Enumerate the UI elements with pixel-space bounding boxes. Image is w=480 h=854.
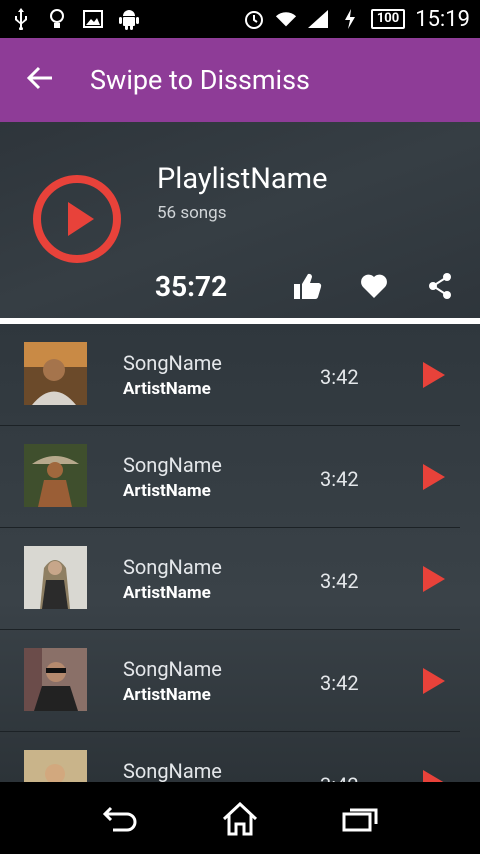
- song-name: SongName: [123, 453, 222, 477]
- list-item[interactable]: SongName ArtistName 3:42: [0, 630, 480, 732]
- song-name: SongName: [123, 555, 222, 579]
- page-title: Swipe to Dissmiss: [90, 64, 310, 96]
- playlist-header: PlaylistName 56 songs 35:72: [0, 122, 480, 318]
- list-item[interactable]: SongName 3:42: [0, 732, 480, 782]
- artist-name: ArtistName: [123, 481, 211, 501]
- list-item[interactable]: SongName ArtistName 3:42: [0, 426, 480, 528]
- back-icon[interactable]: [100, 800, 140, 838]
- usb-icon: [10, 8, 32, 30]
- song-duration: 3:42: [320, 467, 359, 491]
- song-duration: 3:42: [320, 671, 359, 695]
- charging-icon: [339, 8, 361, 30]
- artist-name: ArtistName: [123, 583, 211, 603]
- playlist-name: PlaylistName: [157, 162, 328, 196]
- song-duration: 3:42: [320, 569, 359, 593]
- play-icon[interactable]: [423, 362, 445, 388]
- image-icon: [82, 8, 104, 30]
- clock: 15:19: [415, 6, 470, 32]
- play-icon[interactable]: [423, 464, 445, 490]
- artist-name: ArtistName: [123, 685, 211, 705]
- bulb-icon: [46, 8, 68, 30]
- list-item[interactable]: SongName ArtistName 3:42: [0, 528, 480, 630]
- battery-level: 100: [370, 9, 406, 29]
- wifi-icon: [275, 8, 297, 30]
- play-icon[interactable]: [423, 566, 445, 592]
- song-name: SongName: [123, 351, 222, 375]
- back-arrow-icon[interactable]: [26, 64, 54, 96]
- song-name: SongName: [123, 759, 222, 782]
- song-duration: 3:42: [320, 365, 359, 389]
- recents-icon[interactable]: [340, 800, 380, 838]
- list-item[interactable]: SongName ArtistName 3:42: [0, 324, 480, 426]
- thumb-up-icon[interactable]: [292, 270, 324, 302]
- album-thumbnail: [24, 546, 87, 609]
- album-thumbnail: [24, 750, 87, 782]
- home-icon[interactable]: [220, 800, 260, 838]
- play-playlist-button[interactable]: [32, 174, 122, 264]
- alarm-icon: [243, 8, 265, 30]
- android-icon: [118, 8, 140, 30]
- navigation-bar: [0, 782, 480, 854]
- album-thumbnail: [24, 444, 87, 507]
- play-icon[interactable]: [423, 770, 445, 782]
- share-icon[interactable]: [424, 270, 456, 302]
- status-bar: 100 15:19: [0, 0, 480, 38]
- playlist-song-count: 56 songs: [157, 203, 227, 223]
- artist-name: ArtistName: [123, 379, 211, 399]
- album-thumbnail: [24, 648, 87, 711]
- song-name: SongName: [123, 657, 222, 681]
- album-thumbnail: [24, 342, 87, 405]
- playlist-duration: 35:72: [155, 270, 228, 303]
- signal-icon: [307, 8, 329, 30]
- song-duration: 3:42: [320, 773, 359, 782]
- app-bar: Swipe to Dissmiss: [0, 38, 480, 122]
- heart-icon[interactable]: [358, 270, 390, 302]
- play-icon[interactable]: [423, 668, 445, 694]
- song-list: SongName ArtistName 3:42 SongName Artist…: [0, 324, 480, 782]
